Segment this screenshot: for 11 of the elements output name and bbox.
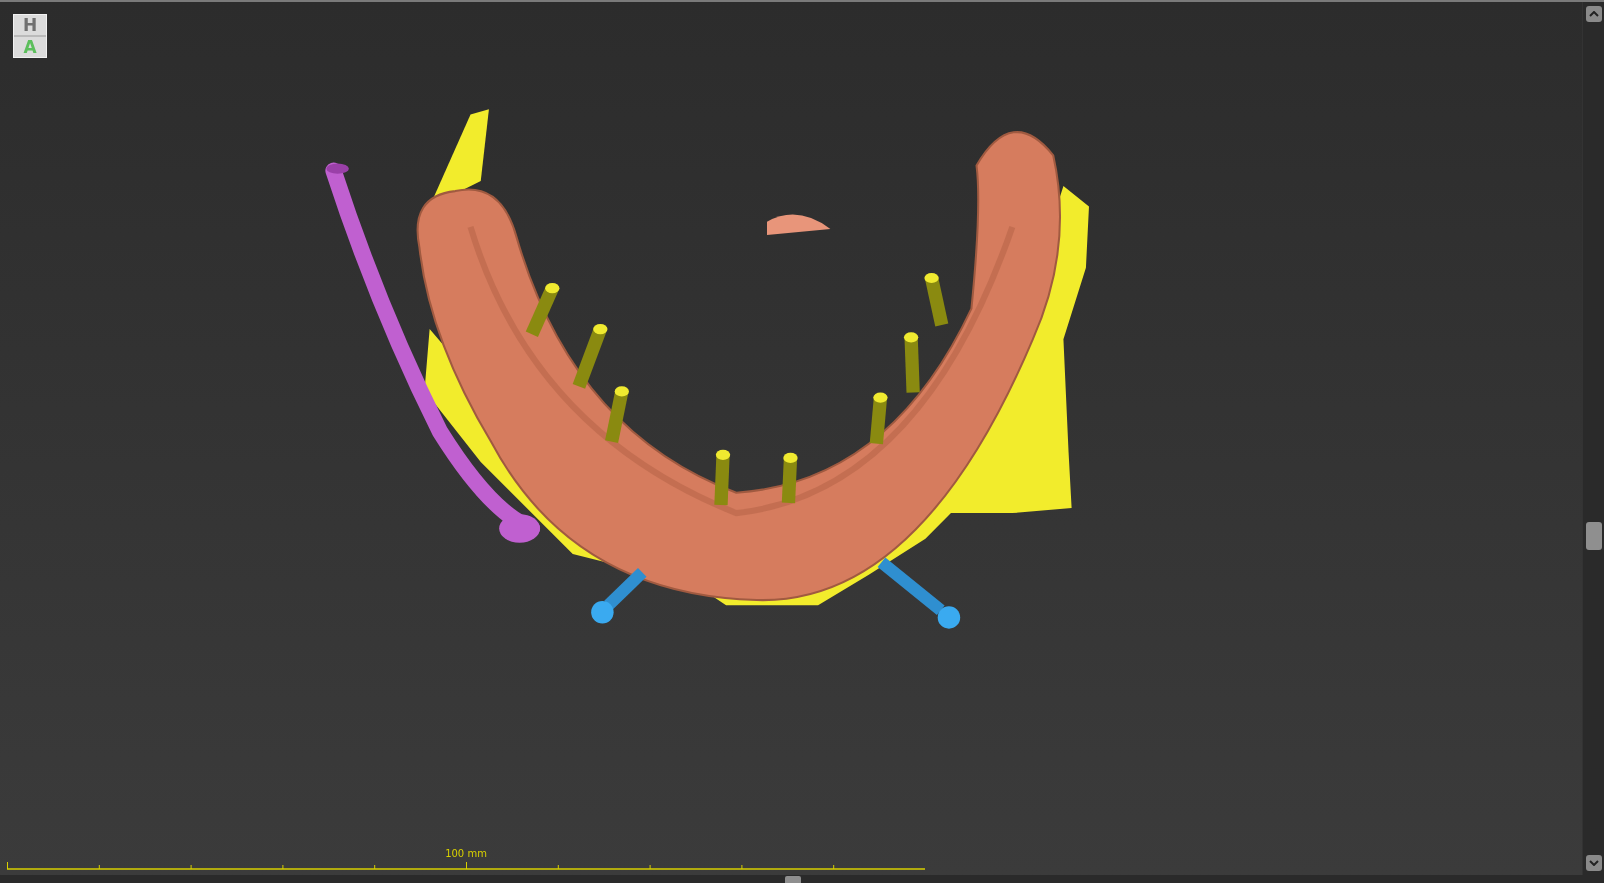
- horizontal-scrollbar[interactable]: [0, 875, 1582, 883]
- app-logo: H A: [13, 14, 47, 58]
- scale-label: 100 mm: [445, 848, 487, 860]
- scrollbar-thumb[interactable]: [785, 876, 801, 883]
- chevron-down-icon: [1588, 860, 1599, 866]
- vertical-scrollbar[interactable]: [1582, 2, 1604, 875]
- scrollbar-thumb[interactable]: [1585, 522, 1602, 550]
- scroll-up-button[interactable]: [1585, 6, 1602, 22]
- chevron-up-icon: [1588, 11, 1599, 17]
- 3d-viewport[interactable]: H A 100 mm: [0, 2, 1582, 875]
- scroll-down-button[interactable]: [1585, 855, 1602, 871]
